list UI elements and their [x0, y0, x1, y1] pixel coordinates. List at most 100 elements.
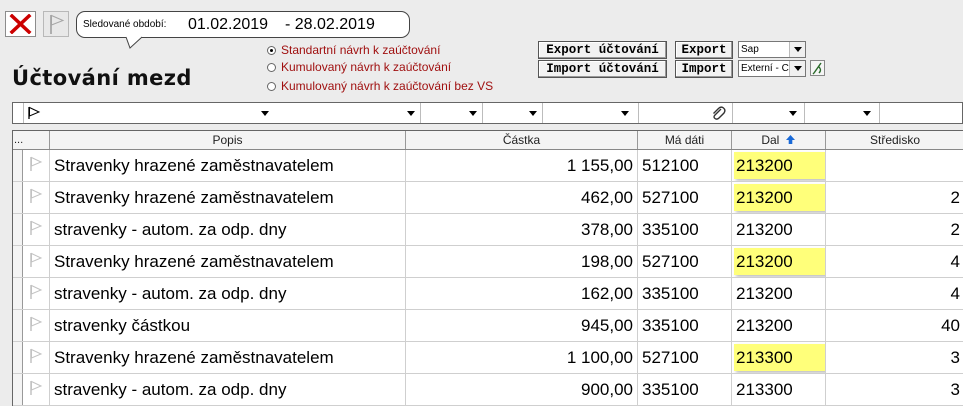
- cell-ma-dati[interactable]: 527100: [638, 246, 732, 277]
- row-selector[interactable]: [13, 214, 23, 245]
- cell-castka[interactable]: 1 100,00: [406, 342, 638, 373]
- row-flag[interactable]: [23, 246, 50, 277]
- chevron-down-icon[interactable]: [528, 107, 540, 119]
- export-button[interactable]: Export: [675, 41, 733, 59]
- cell-dal[interactable]: 213200: [732, 214, 826, 245]
- cell-dal[interactable]: 213200: [732, 310, 826, 341]
- cell-stredisko[interactable]: 2: [826, 214, 963, 245]
- row-selector[interactable]: [13, 182, 23, 213]
- cell-castka[interactable]: 198,00: [406, 246, 638, 277]
- cell-ma-dati[interactable]: 335100: [638, 214, 732, 245]
- flag-button[interactable]: [43, 11, 69, 37]
- radio-icon[interactable]: [267, 63, 276, 72]
- cell-stredisko[interactable]: 3: [826, 342, 963, 373]
- cell-popis[interactable]: stravenky - autom. za odp. dny: [50, 214, 406, 245]
- row-selector[interactable]: [13, 310, 23, 341]
- option-standard[interactable]: Standartní návrh k zaúčtování: [267, 43, 440, 57]
- table-row[interactable]: stravenky - autom. za odp. dny 900,00 33…: [13, 374, 963, 406]
- import-accounting-button[interactable]: Import účtování: [538, 60, 667, 78]
- cell-popis[interactable]: Stravenky hrazené zaměstnavatelem: [50, 182, 406, 213]
- export-accounting-button[interactable]: Export účtování: [538, 41, 667, 59]
- option-cumulative[interactable]: Kumulovaný návrh k zaúčtování: [267, 60, 451, 74]
- row-flag[interactable]: [23, 342, 50, 373]
- cell-ma-dati[interactable]: 335100: [638, 278, 732, 309]
- cell-castka[interactable]: 462,00: [406, 182, 638, 213]
- cell-stredisko[interactable]: 2: [826, 182, 963, 213]
- radio-selected-icon[interactable]: [267, 46, 276, 55]
- cell-popis[interactable]: Stravenky hrazené zaměstnavatelem: [50, 342, 406, 373]
- cell-dal[interactable]: 213300: [732, 374, 826, 405]
- chevron-down-icon[interactable]: [620, 107, 632, 119]
- column-header-dal[interactable]: Dal: [732, 131, 826, 149]
- column-header-ma-dati[interactable]: Má dáti: [638, 131, 732, 149]
- cell-stredisko[interactable]: 40: [826, 310, 963, 341]
- table-row[interactable]: Stravenky hrazené zaměstnavatelem 462,00…: [13, 182, 963, 214]
- close-button[interactable]: [5, 11, 36, 37]
- option-cumulative-no-vs[interactable]: Kumulovaný návrh k zaúčtování bez VS: [267, 79, 493, 93]
- filter-separator: [482, 103, 483, 123]
- cell-stredisko[interactable]: 4: [826, 246, 963, 277]
- table-row[interactable]: Stravenky hrazené zaměstnavatelem 1 155,…: [13, 150, 963, 182]
- cell-dal[interactable]: 213200: [732, 150, 826, 181]
- cell-ma-dati[interactable]: 512100: [638, 150, 732, 181]
- cell-castka[interactable]: 378,00: [406, 214, 638, 245]
- row-selector[interactable]: [13, 374, 23, 405]
- paperclip-icon[interactable]: [710, 105, 726, 121]
- import-source-select[interactable]: Externí - C: [738, 60, 806, 77]
- cell-dal[interactable]: 213200: [732, 182, 826, 213]
- cell-dal[interactable]: 213200: [732, 246, 826, 277]
- cell-popis[interactable]: Stravenky hrazené zaměstnavatelem: [50, 246, 406, 277]
- period-from[interactable]: 01.02.2019: [188, 16, 268, 34]
- cell-popis[interactable]: Stravenky hrazené zaměstnavatelem: [50, 150, 406, 181]
- row-flag[interactable]: [23, 278, 50, 309]
- row-flag[interactable]: [23, 214, 50, 245]
- row-flag[interactable]: [23, 182, 50, 213]
- cell-popis[interactable]: stravenky - autom. za odp. dny: [50, 278, 406, 309]
- selector-header[interactable]: ...: [13, 131, 50, 149]
- column-header-stredisko[interactable]: Středisko: [826, 131, 963, 149]
- radio-icon[interactable]: [267, 82, 276, 91]
- chevron-down-icon[interactable]: [468, 107, 480, 119]
- cell-dal[interactable]: 213200: [732, 278, 826, 309]
- cell-stredisko[interactable]: 4: [826, 278, 963, 309]
- table-row[interactable]: stravenky - autom. za odp. dny 162,00 33…: [13, 278, 963, 310]
- cell-ma-dati[interactable]: 335100: [638, 310, 732, 341]
- cell-popis[interactable]: stravenky částkou: [50, 310, 406, 341]
- period-to[interactable]: - 28.02.2019: [285, 16, 375, 34]
- cell-ma-dati[interactable]: 335100: [638, 374, 732, 405]
- table-row[interactable]: stravenky částkou 945,00 335100 213200 4…: [13, 310, 963, 342]
- cell-ma-dati[interactable]: 527100: [638, 342, 732, 373]
- flag-icon[interactable]: [27, 106, 41, 120]
- import-button[interactable]: Import: [675, 60, 733, 78]
- cell-castka[interactable]: 1 155,00: [406, 150, 638, 181]
- export-format-select[interactable]: Sap: [738, 41, 806, 58]
- period-bubble[interactable]: Sledované období: 01.02.2019 - 28.02.201…: [76, 11, 410, 38]
- cell-ma-dati[interactable]: 527100: [638, 182, 732, 213]
- row-flag[interactable]: [23, 374, 50, 405]
- chevron-down-icon[interactable]: [789, 61, 805, 76]
- row-selector[interactable]: [13, 278, 23, 309]
- row-flag[interactable]: [23, 150, 50, 181]
- cell-stredisko[interactable]: [826, 150, 963, 181]
- chevron-down-icon[interactable]: [789, 42, 805, 57]
- cell-castka[interactable]: 900,00: [406, 374, 638, 405]
- table-row[interactable]: Stravenky hrazené zaměstnavatelem 198,00…: [13, 246, 963, 278]
- table-row[interactable]: Stravenky hrazené zaměstnavatelem 1 100,…: [13, 342, 963, 374]
- cell-dal[interactable]: 213300: [732, 342, 826, 373]
- edit-icon[interactable]: [810, 60, 825, 76]
- row-selector[interactable]: [13, 246, 23, 277]
- table-row[interactable]: stravenky - autom. za odp. dny 378,00 33…: [13, 214, 963, 246]
- row-flag[interactable]: [23, 310, 50, 341]
- column-header-castka[interactable]: Částka: [406, 131, 638, 149]
- chevron-down-icon[interactable]: [788, 107, 800, 119]
- cell-stredisko[interactable]: 3: [826, 374, 963, 405]
- cell-castka[interactable]: 162,00: [406, 278, 638, 309]
- row-selector[interactable]: [13, 150, 23, 181]
- cell-popis[interactable]: stravenky - autom. za odp. dny: [50, 374, 406, 405]
- cell-castka[interactable]: 945,00: [406, 310, 638, 341]
- row-selector[interactable]: [13, 342, 23, 373]
- chevron-down-icon[interactable]: [862, 107, 874, 119]
- column-header-popis[interactable]: Popis: [50, 131, 406, 149]
- chevron-down-icon[interactable]: [260, 107, 272, 119]
- chevron-down-icon[interactable]: [406, 107, 418, 119]
